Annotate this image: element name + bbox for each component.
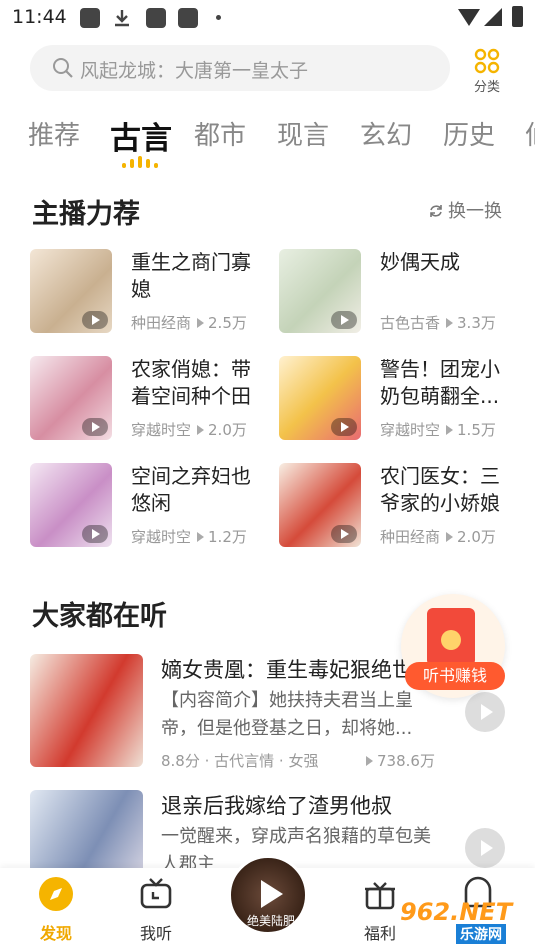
now-playing-title: 绝美陆肥	[246, 914, 295, 928]
play-icon	[331, 525, 357, 543]
book-title: 农家俏媳：带着空间种个田	[131, 357, 251, 408]
plays-icon	[197, 425, 205, 435]
battery-icon	[512, 6, 523, 27]
play-icon	[331, 311, 357, 329]
book-card[interactable]: 重生之商门寡媳 种田经商 2.5万	[30, 249, 275, 339]
nav-label: 我听	[139, 924, 172, 943]
play-icon	[82, 525, 108, 543]
category-button[interactable]: 分类	[466, 46, 508, 96]
play-icon	[82, 418, 108, 436]
book-cover	[279, 463, 361, 547]
book-cover	[30, 249, 112, 333]
book-cover	[279, 249, 361, 333]
plays-icon	[366, 756, 373, 766]
tab-recommend[interactable]: 推荐	[28, 115, 80, 152]
search-placeholder: 风起龙城：大唐第一皇太子	[80, 60, 309, 82]
play-icon	[82, 311, 108, 329]
gift-icon	[365, 882, 395, 910]
tab-xianxia[interactable]: 仙	[525, 115, 535, 152]
book-meta: 穿越时空 2.0万	[131, 421, 247, 439]
watermark-sub: 乐游网	[456, 924, 506, 944]
refresh-icon	[430, 205, 442, 217]
app-notification-icon	[80, 8, 100, 28]
book-card[interactable]: 农门医女：三爷家的小娇娘 种田经商 2.0万	[279, 463, 524, 553]
tab-modern-romance[interactable]: 现言	[277, 115, 329, 152]
download-icon	[112, 8, 132, 28]
book-card[interactable]: 农家俏媳：带着空间种个田 穿越时空 2.0万	[30, 356, 275, 446]
active-tab-indicator	[122, 156, 158, 168]
book-title: 警告！团宠小奶包萌翻全...	[380, 357, 500, 408]
section-title-recommended: 主播力荐	[32, 199, 140, 230]
play-button[interactable]	[465, 692, 505, 732]
book-meta: 8.8分 · 古代言情 · 女强	[161, 752, 319, 770]
book-cover	[279, 356, 361, 440]
book-meta: 古色古香 3.3万	[380, 314, 496, 332]
nav-label: 发现	[39, 924, 72, 943]
book-meta: 种田经商 2.5万	[131, 314, 247, 332]
category-label: 分类	[473, 80, 500, 95]
refresh-label: 换一换	[448, 201, 502, 222]
signal-icon	[484, 8, 502, 26]
plays-icon	[197, 532, 205, 542]
search-bar[interactable]: 风起龙城：大唐第一皇太子	[30, 45, 450, 91]
book-title: 农门医女：三爷家的小娇娘	[380, 464, 500, 515]
nav-my-listening[interactable]: 我听	[126, 876, 186, 944]
plays-icon	[197, 318, 205, 328]
book-title: 妙偶天成	[380, 250, 460, 274]
nav-discover[interactable]: 发现	[26, 876, 86, 944]
book-description: 【内容简介】她扶持夫君当上皇帝，但是他登基之日，却将她...	[161, 690, 413, 739]
book-cover	[30, 654, 143, 767]
text-icon	[146, 8, 166, 28]
play-button[interactable]	[465, 828, 505, 868]
book-meta: 穿越时空 1.2万	[131, 528, 247, 546]
refresh-button[interactable]: 换一换	[428, 197, 502, 223]
tab-fantasy[interactable]: 玄幻	[360, 115, 412, 152]
status-bar: 11:44	[0, 0, 535, 36]
earn-by-listening-promo[interactable]: 听书赚钱	[401, 594, 505, 698]
tab-ancient-romance[interactable]: 古言	[110, 113, 172, 158]
category-grid-icon	[474, 48, 500, 74]
book-card[interactable]: 警告！团宠小奶包萌翻全... 穿越时空 1.5万	[279, 356, 524, 446]
book-title: 退亲后我嫁给了渣男他叔	[161, 794, 392, 818]
red-envelope-icon	[427, 608, 475, 666]
compass-icon	[39, 877, 73, 911]
plays-icon	[446, 532, 454, 542]
plays-icon	[446, 318, 454, 328]
search-icon	[53, 58, 73, 78]
play-icon	[331, 418, 357, 436]
play-count: 738.6万	[360, 750, 435, 771]
tab-urban[interactable]: 都市	[194, 115, 246, 152]
wifi-icon	[458, 9, 480, 26]
promo-label: 听书赚钱	[405, 662, 505, 690]
section-title-popular: 大家都在听	[32, 601, 167, 632]
watermark-brand: 962.NET	[400, 898, 513, 926]
site-watermark: 962.NET 乐游网	[400, 898, 532, 946]
more-notifications-dot	[216, 15, 221, 20]
app-notification-icon	[178, 8, 198, 28]
tab-history[interactable]: 历史	[443, 115, 495, 152]
book-meta: 种田经商 2.0万	[380, 528, 496, 546]
genre-tabs: 推荐 古言 都市 现言 玄幻 历史 仙	[0, 113, 535, 173]
tv-icon	[140, 878, 172, 909]
book-card[interactable]: 妙偶天成 古色古香 3.3万	[279, 249, 524, 339]
book-meta: 穿越时空 1.5万	[380, 421, 496, 439]
book-title: 重生之商门寡媳	[131, 250, 251, 301]
book-title: 空间之弃妇也悠闲	[131, 464, 251, 515]
plays-icon	[446, 425, 454, 435]
book-cover	[30, 356, 112, 440]
book-card[interactable]: 空间之弃妇也悠闲 穿越时空 1.2万	[30, 463, 275, 553]
status-time: 11:44	[12, 6, 67, 28]
book-cover	[30, 463, 112, 547]
now-playing-disc[interactable]: 绝美陆肥	[228, 855, 308, 935]
